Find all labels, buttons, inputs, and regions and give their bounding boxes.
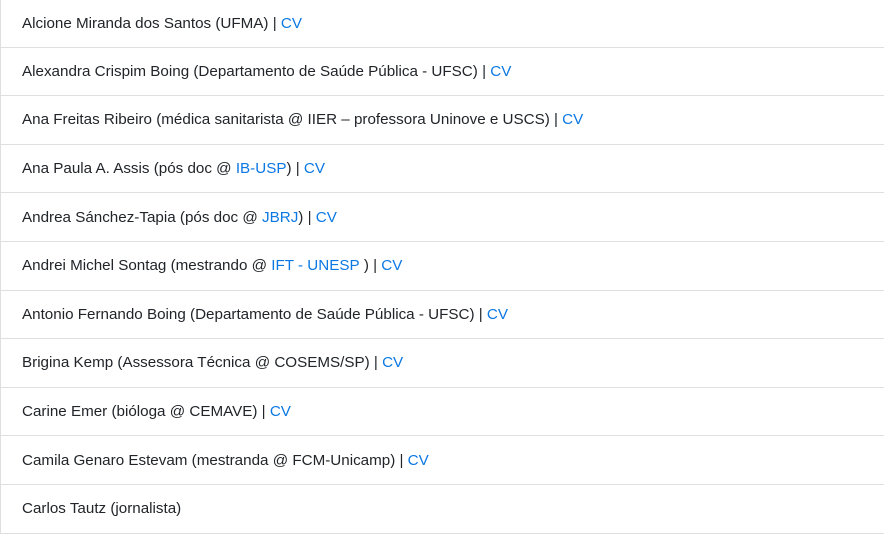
org-link[interactable]: IB-USP	[236, 161, 287, 176]
person-name: Andrei Michel Sontag (mestrando @	[22, 257, 272, 275]
list-item: Alcione Miranda dos Santos (UFMA) | CV	[0, 0, 884, 48]
cv-link[interactable]: CV	[304, 161, 325, 176]
separator: ) |	[359, 257, 382, 275]
cv-link[interactable]: CV	[487, 307, 508, 322]
person-name: Carlos Tautz (jornalista)	[22, 500, 182, 518]
separator: |	[474, 305, 487, 323]
person-name: Carine Emer (bióloga @ CEMAVE)	[22, 402, 258, 420]
list-item: Andrea Sánchez-Tapia (pós doc @ JBRJ) | …	[0, 193, 884, 242]
org-link[interactable]: IFT - UNESP	[271, 258, 359, 273]
cv-link[interactable]: CV	[381, 258, 402, 273]
separator: ) |	[298, 208, 316, 226]
person-name: Brigina Kemp (Assessora Técnica @ COSEMS…	[22, 354, 370, 372]
person-name: Alcione Miranda dos Santos (UFMA)	[22, 14, 269, 32]
person-name: Ana Paula A. Assis (pós doc @	[22, 159, 236, 177]
cv-link[interactable]: CV	[562, 112, 583, 127]
list-item: Antonio Fernando Boing (Departamento de …	[0, 290, 884, 340]
list-item: Ana Paula A. Assis (pós doc @ IB-USP) | …	[0, 144, 884, 194]
person-name: Antonio Fernando Boing (Departamento de …	[22, 305, 475, 323]
separator: |	[257, 402, 270, 420]
list-item: Andrei Michel Sontag (mestrando @ IFT - …	[0, 241, 884, 291]
org-link[interactable]: JBRJ	[262, 209, 298, 225]
cv-link[interactable]: CV	[281, 15, 302, 31]
person-name: Ana Freitas Ribeiro (médica sanitarista …	[22, 111, 550, 129]
person-name: Camila Genaro Estevam (mestranda @ FCM-U…	[22, 451, 396, 469]
list-item: Brigina Kemp (Assessora Técnica @ COSEMS…	[0, 339, 884, 388]
person-name: Andrea Sánchez-Tapia (pós doc @	[22, 208, 262, 226]
team-list: Alcione Miranda dos Santos (UFMA) | CV A…	[0, 0, 884, 534]
list-item: Camila Genaro Estevam (mestranda @ FCM-U…	[0, 436, 884, 485]
list-item: Ana Freitas Ribeiro (médica sanitarista …	[0, 96, 884, 145]
list-item: Alexandra Crispim Boing (Departamento de…	[0, 47, 884, 97]
separator: ) |	[286, 159, 304, 177]
cv-link[interactable]: CV	[270, 404, 291, 419]
cv-link[interactable]: CV	[382, 355, 403, 370]
separator: |	[477, 62, 491, 80]
separator: |	[549, 111, 563, 129]
list-item: Carlos Tautz (jornalista)	[0, 484, 884, 534]
cv-link[interactable]: CV	[490, 64, 511, 79]
separator: |	[369, 354, 383, 372]
separator: |	[268, 14, 281, 32]
cv-link[interactable]: CV	[316, 209, 337, 225]
cv-link[interactable]: CV	[408, 452, 429, 468]
person-name: Alexandra Crispim Boing (Departamento de…	[22, 62, 478, 80]
list-item: Carine Emer (bióloga @ CEMAVE) | CV	[0, 387, 884, 437]
separator: |	[395, 451, 408, 469]
